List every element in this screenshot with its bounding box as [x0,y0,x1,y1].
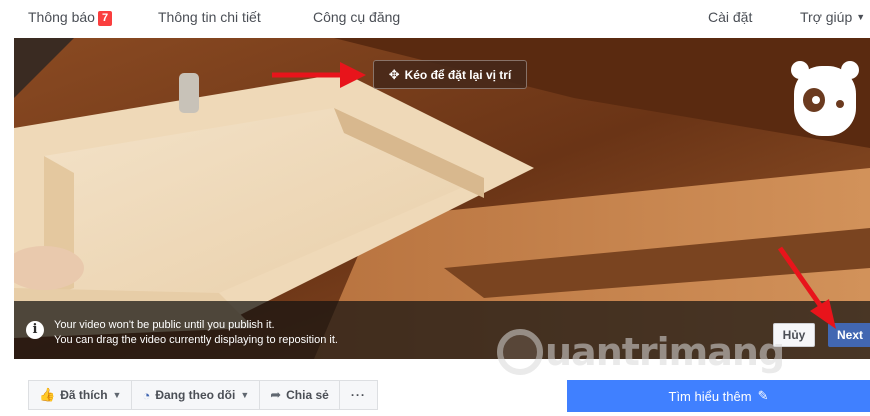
help-menu[interactable]: Trợ giúp ▼ [800,9,865,25]
share-arrow-icon: ➦ [270,387,282,402]
info-line-2: You can drag the video currently display… [54,334,338,346]
caret-down-icon: ▼ [856,12,866,22]
thumbs-up-icon: 👍 [39,387,56,402]
drag-label: Kéo để đặt lại vị trí [404,67,512,82]
notifications-badge: 7 [97,11,113,26]
cover-video[interactable]: ✥ Kéo để đặt lại vị trí i Your video won… [14,38,870,359]
learn-more-label: Tìm hiểu thêm [668,388,752,404]
details-tab[interactable]: Thông tin chi tiết [158,9,261,25]
page-actions-bar: 👍 Đã thích ▼ ◔ Đang theo dõi ▼ ➦ Chia sẻ… [28,380,378,410]
share-label: Chia sẻ [286,388,329,402]
chevron-down-icon: ▼ [112,390,122,400]
share-button[interactable]: ➦ Chia sẻ [259,380,340,410]
publish-info-bar: i Your video won't be public until you p… [14,301,870,359]
liked-button[interactable]: 👍 Đã thích ▼ [28,380,133,410]
notifications-label: Thông báo [28,9,95,25]
publishing-tools-tab[interactable]: Công cụ đăng [313,9,400,25]
rss-icon: ◔ [142,387,151,403]
pencil-icon: ✎ [757,388,769,403]
info-icon: i [26,321,44,339]
chevron-down-icon: ▼ [240,390,250,400]
notifications-tab[interactable]: Thông báo 7 [28,9,113,26]
liked-label: Đã thích [60,388,108,402]
panda-logo-icon [791,61,859,136]
cancel-button[interactable]: Hủy [773,323,815,347]
more-options-button[interactable]: ··· [338,380,378,410]
help-label: Trợ giúp [800,9,853,25]
learn-more-button[interactable]: Tìm hiểu thêm ✎ [567,380,870,412]
move-icon: ✥ [388,66,400,82]
drag-to-reposition-button[interactable]: ✥ Kéo để đặt lại vị trí [373,60,527,89]
info-line-1: Your video won't be public until you pub… [54,319,275,331]
page-top-nav: Thông báo 7 Thông tin chi tiết Công cụ đă… [0,0,870,36]
following-button[interactable]: ◔ Đang theo dõi ▼ [131,380,261,410]
settings-tab[interactable]: Cài đặt [708,9,752,25]
publish-info-text: Your video won't be public until you pub… [54,318,338,348]
next-button[interactable]: Next [828,323,870,347]
following-label: Đang theo dõi [155,388,236,402]
